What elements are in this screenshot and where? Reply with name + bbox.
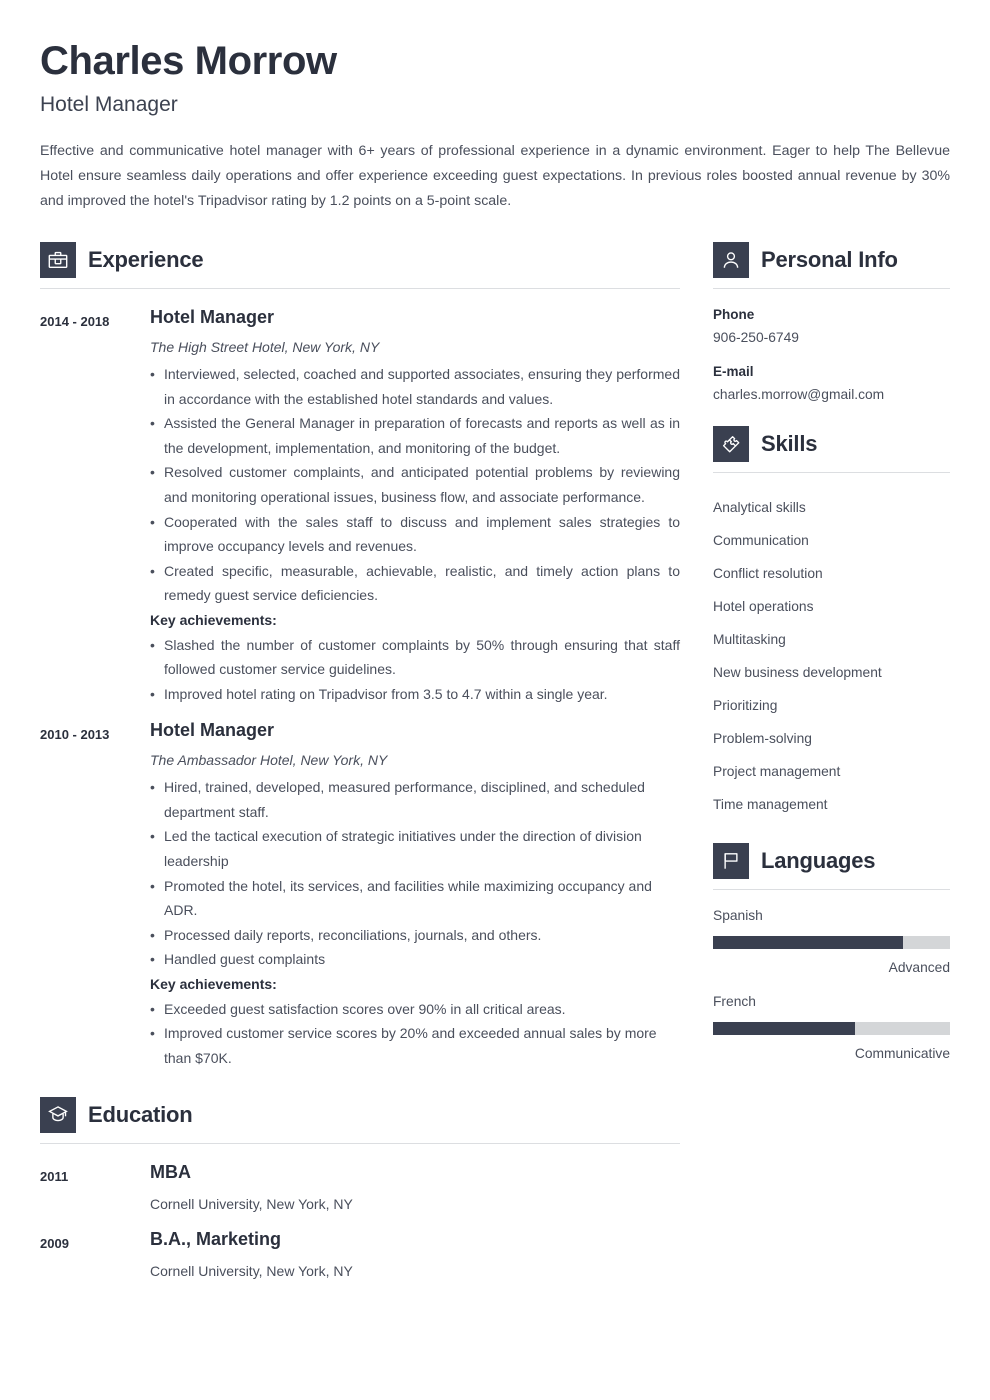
- experience-entry-bullets: Hired, trained, developed, measured perf…: [150, 775, 680, 972]
- key-achievements-label: Key achievements:: [150, 975, 277, 992]
- experience-entry-role: Hotel Manager: [150, 720, 275, 741]
- experience-entry: 2014 - 2018 Hotel Manager The High Stree…: [40, 307, 680, 706]
- experience-section-header: Experience: [40, 242, 680, 279]
- email-label: E-mail: [713, 363, 754, 379]
- skills-divider: [713, 471, 950, 473]
- skill-item: Conflict resolution: [713, 565, 823, 581]
- education-entry-date: 2011: [40, 1169, 69, 1185]
- phone-label: Phone: [713, 307, 755, 323]
- languages-section: Languages Spanish Advanced French Commun…: [713, 842, 950, 1063]
- experience-entry-date: 2014 - 2018: [40, 314, 110, 330]
- skill-item: New business development: [713, 664, 882, 680]
- language-item: Spanish Advanced: [713, 908, 950, 977]
- experience-entry-body: Hotel Manager The Ambassador Hotel, New …: [150, 720, 680, 1070]
- bullet-item: Assisted the General Manager in preparat…: [150, 411, 680, 460]
- bullet-item: Hired, trained, developed, measured perf…: [150, 775, 680, 824]
- skill-item: Hotel operations: [713, 598, 814, 614]
- education-degree: B.A., Marketing: [150, 1229, 282, 1250]
- education-entry-date: 2009: [40, 1236, 69, 1252]
- experience-entry-date: 2010 - 2013: [40, 727, 110, 743]
- skills-section-header: Skills: [713, 425, 950, 462]
- bullet-item: Processed daily reports, reconciliations…: [150, 923, 680, 948]
- languages-section-title: Languages: [761, 847, 876, 873]
- languages-section-header: Languages: [713, 842, 950, 879]
- achievement-item: Slashed the number of customer complaint…: [150, 633, 680, 682]
- bullet-item: Led the tactical execution of strategic …: [150, 824, 680, 873]
- skill-item: Analytical skills: [713, 499, 806, 515]
- email-value[interactable]: charles.morrow@gmail.com: [713, 387, 950, 404]
- language-name: French: [713, 993, 756, 1009]
- education-section-title: Education: [88, 1102, 193, 1128]
- personal-info-section: Personal Info Phone 906-250-6749 E-mail …: [713, 242, 950, 403]
- education-section: Education 2011 MBA Cornell University, N…: [40, 1097, 680, 1280]
- bullet-item: Created specific, measurable, achievable…: [150, 559, 680, 608]
- experience-section: Experience 2014 - 2018 Hotel Manager The…: [40, 242, 680, 1070]
- experience-entry-body: Hotel Manager The High Street Hotel, New…: [150, 307, 680, 706]
- bullet-item: Interviewed, selected, coached and suppo…: [150, 362, 680, 411]
- education-degree: MBA: [150, 1162, 191, 1183]
- personal-info-section-header: Personal Info: [713, 242, 950, 279]
- flag-icon: [713, 842, 749, 879]
- bullet-item: Cooperated with the sales staff to discu…: [150, 510, 680, 559]
- languages-divider: [713, 888, 950, 890]
- language-level-bar-fill: [713, 1022, 856, 1036]
- experience-entry-achievements: Slashed the number of customer complaint…: [150, 633, 680, 707]
- language-level-label: Communicative: [854, 1046, 950, 1062]
- candidate-job-title: Hotel Manager: [40, 93, 178, 117]
- sidebar-column: Personal Info Phone 906-250-6749 E-mail …: [713, 242, 950, 1076]
- phone-value[interactable]: 906-250-6749: [713, 330, 950, 347]
- language-level-bar: [713, 936, 950, 950]
- language-level-label: Advanced: [888, 960, 950, 976]
- achievement-item: Improved customer service scores by 20% …: [150, 1021, 680, 1070]
- education-entry: 2009 B.A., Marketing Cornell University,…: [40, 1229, 680, 1280]
- personal-info-divider: [713, 288, 950, 290]
- experience-entry-org: The High Street Hotel, New York, NY: [150, 338, 380, 355]
- bullet-item: Promoted the hotel, its services, and fa…: [150, 874, 680, 923]
- language-level-bar: [713, 1022, 950, 1036]
- puzzle-piece-icon: [713, 425, 749, 462]
- main-column: Experience 2014 - 2018 Hotel Manager The…: [40, 242, 680, 1280]
- skill-item: Time management: [713, 796, 828, 812]
- experience-entry: 2010 - 2013 Hotel Manager The Ambassador…: [40, 720, 680, 1070]
- skill-item: Problem-solving: [713, 730, 812, 746]
- graduation-cap-icon: [40, 1097, 76, 1134]
- experience-entry-role: Hotel Manager: [150, 307, 275, 328]
- briefcase-icon: [40, 242, 76, 279]
- education-school: Cornell University, New York, NY: [150, 1196, 353, 1213]
- experience-entry-bullets: Interviewed, selected, coached and suppo…: [150, 362, 680, 608]
- experience-divider: [40, 288, 680, 290]
- bullet-item: Resolved customer complaints, and antici…: [150, 460, 680, 509]
- language-level-bar-fill: [713, 936, 903, 950]
- language-name: Spanish: [713, 907, 763, 923]
- professional-summary: Effective and communicative hotel manage…: [40, 143, 950, 209]
- education-entry-body: B.A., Marketing Cornell University, New …: [150, 1229, 680, 1280]
- education-entry: 2011 MBA Cornell University, New York, N…: [40, 1162, 680, 1213]
- key-achievements-label: Key achievements:: [150, 611, 277, 628]
- resume-columns: Experience 2014 - 2018 Hotel Manager The…: [40, 242, 950, 1280]
- skill-item: Prioritizing: [713, 697, 778, 713]
- experience-section-title: Experience: [88, 247, 204, 273]
- skills-list: Analytical skills Communication Conflict…: [713, 491, 950, 821]
- resume-page: Charles Morrow Hotel Manager Effective a…: [0, 0, 990, 1400]
- person-icon: [713, 242, 749, 279]
- education-divider: [40, 1143, 680, 1145]
- skill-item: Multitasking: [713, 631, 786, 647]
- skill-item: Communication: [713, 532, 809, 548]
- bullet-item: Handled guest complaints: [150, 947, 680, 972]
- language-item: French Communicative: [713, 994, 950, 1063]
- skill-item: Project management: [713, 763, 841, 779]
- skills-section: Skills Analytical skills Communication C…: [713, 425, 950, 821]
- skills-section-title: Skills: [761, 430, 818, 456]
- personal-info-section-title: Personal Info: [761, 247, 898, 273]
- education-entry-body: MBA Cornell University, New York, NY: [150, 1162, 680, 1213]
- education-section-header: Education: [40, 1097, 680, 1134]
- achievement-item: Improved hotel rating on Tripadvisor fro…: [150, 682, 680, 707]
- candidate-name: Charles Morrow: [40, 39, 337, 83]
- experience-entry-org: The Ambassador Hotel, New York, NY: [150, 752, 388, 769]
- achievement-item: Exceeded guest satisfaction scores over …: [150, 997, 680, 1022]
- experience-entry-achievements: Exceeded guest satisfaction scores over …: [150, 997, 680, 1071]
- education-school: Cornell University, New York, NY: [150, 1262, 353, 1279]
